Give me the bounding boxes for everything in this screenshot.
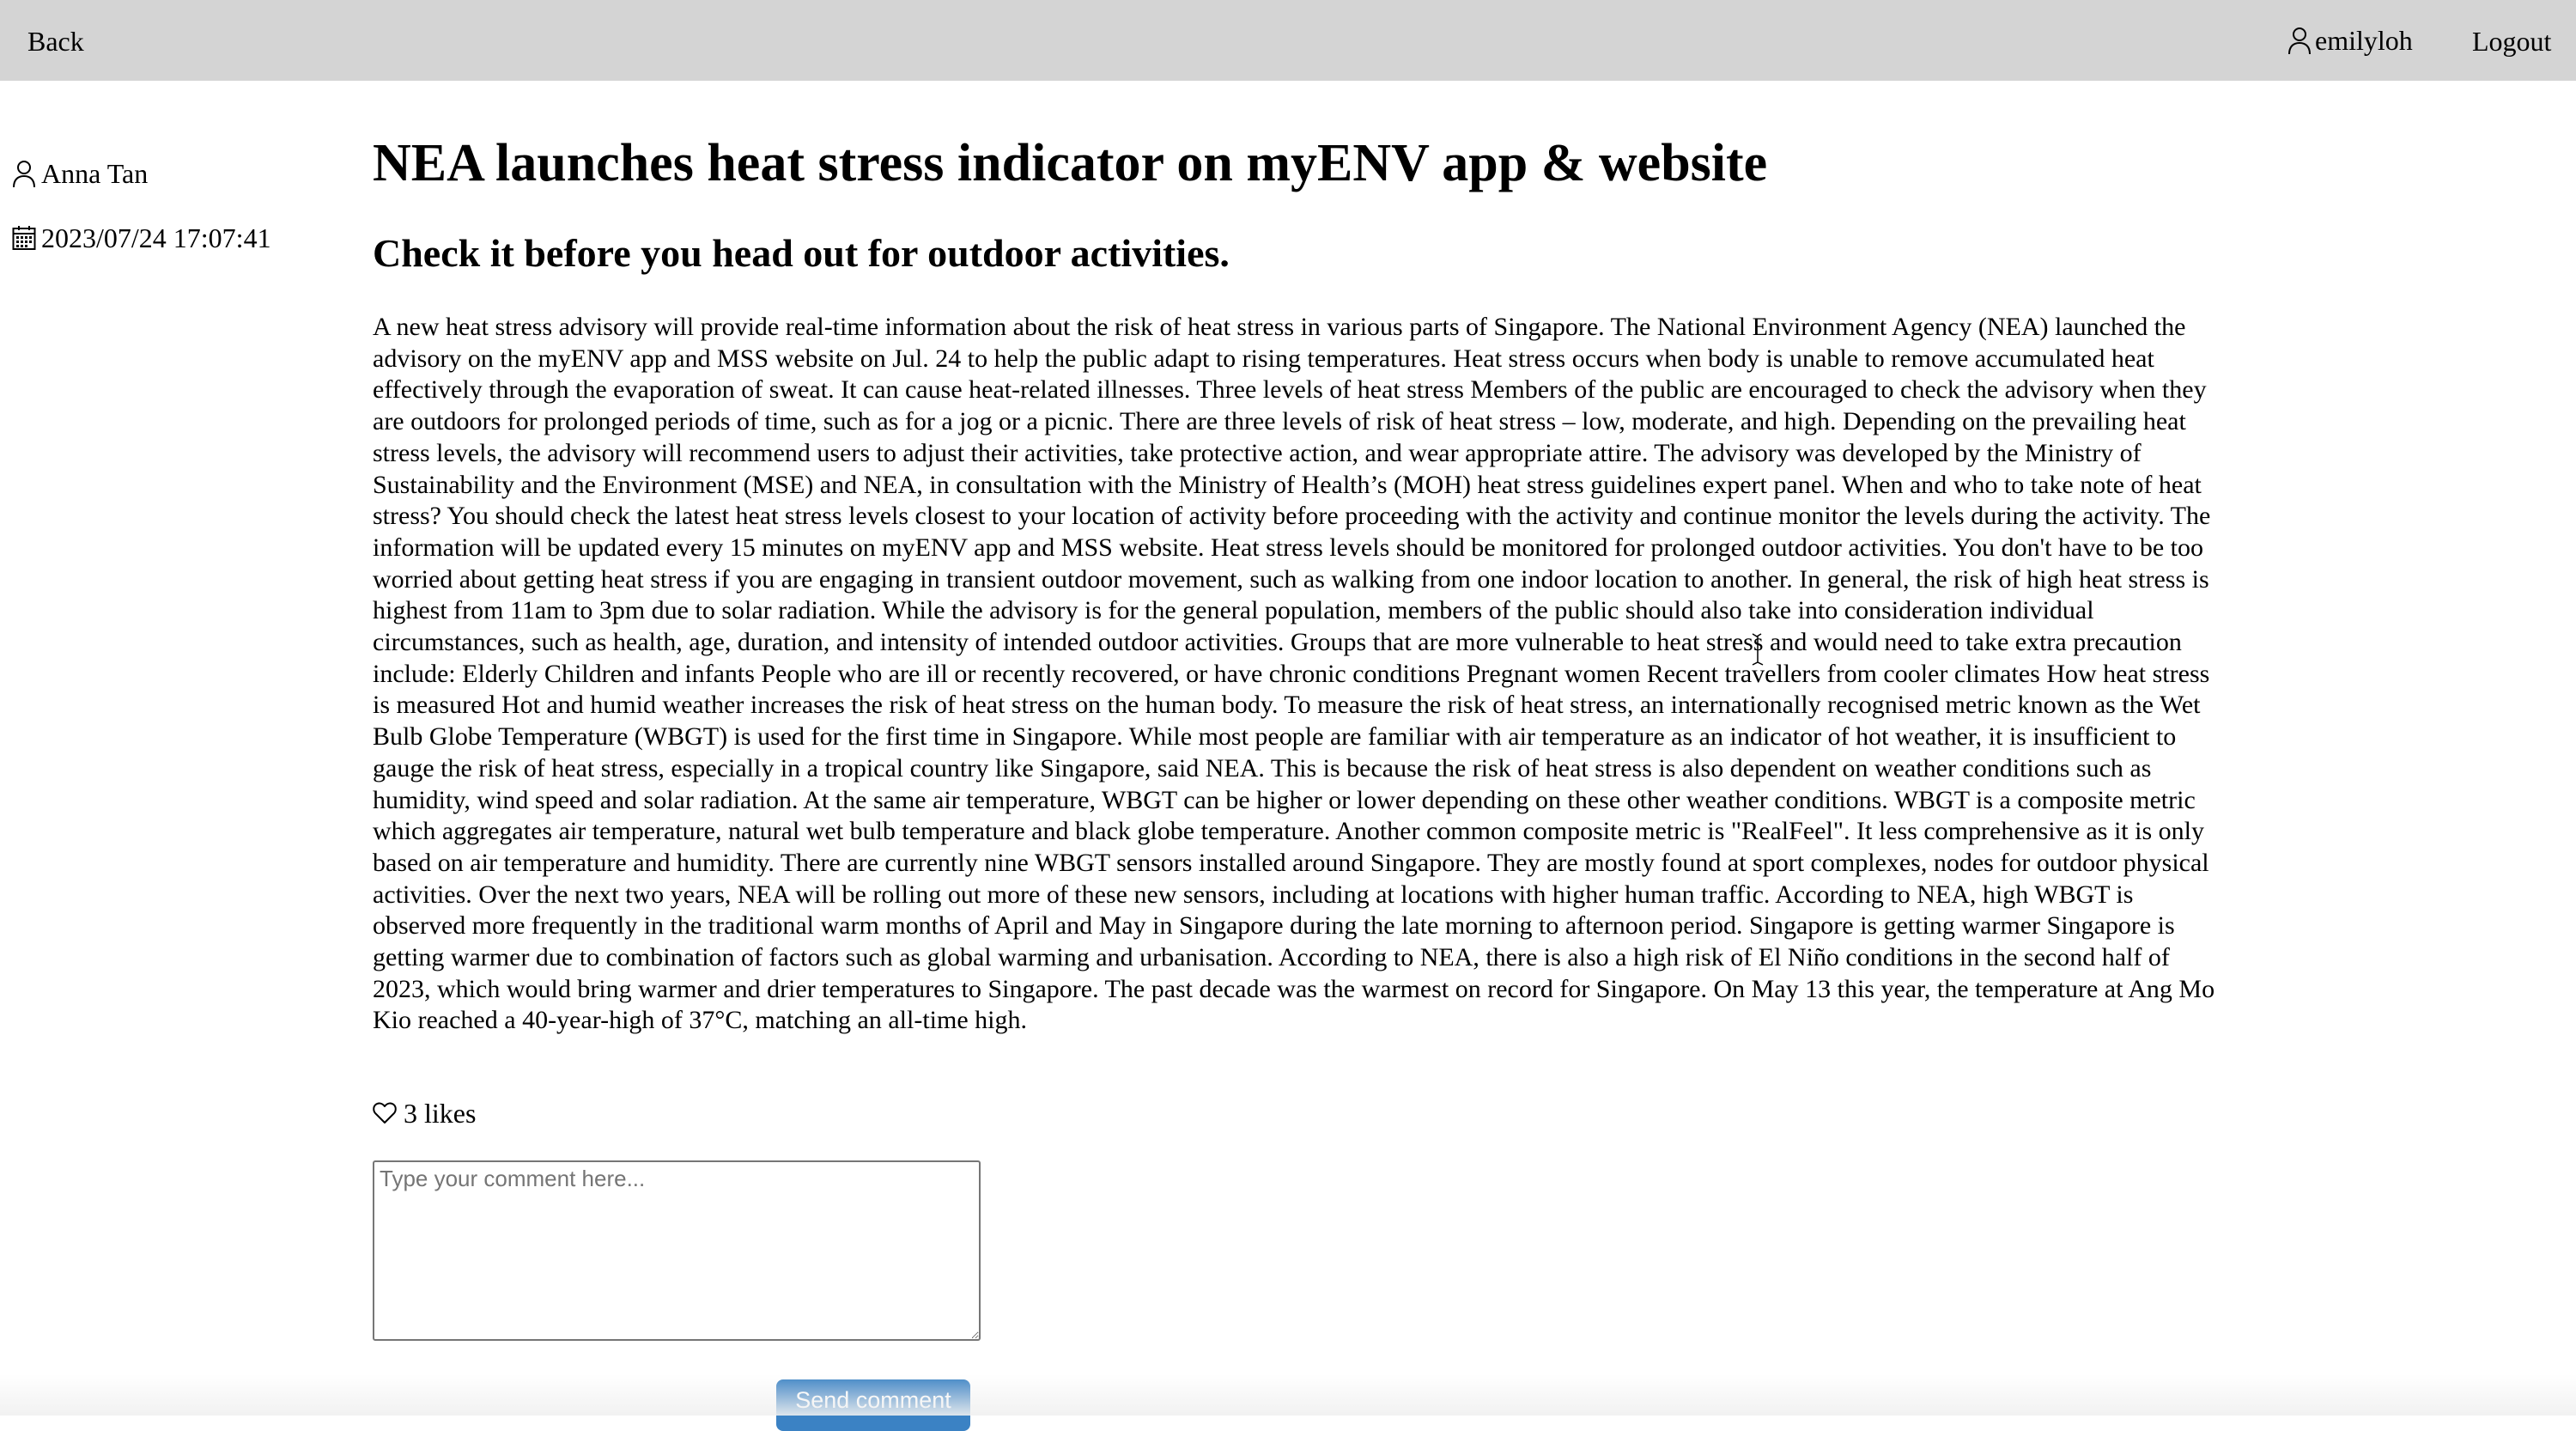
user-icon: [2288, 27, 2311, 55]
post-timestamp: 2023/07/24 17:07:41: [41, 222, 271, 253]
logout-link[interactable]: Logout: [2472, 24, 2551, 58]
bottom-shadow: [0, 1374, 2576, 1416]
text-cursor-icon: [1752, 633, 1764, 666]
comment-input[interactable]: [373, 1160, 981, 1341]
heart-icon: [373, 1102, 397, 1123]
author-info: Anna Tan: [12, 156, 148, 191]
article-title: NEA launches heat stress indicator on my…: [373, 134, 1768, 192]
post-date-info: 2023/07/24 17:07:41: [12, 221, 271, 255]
author-name: Anna Tan: [41, 158, 149, 189]
calendar-icon: [12, 226, 36, 250]
send-comment-button[interactable]: Send comment: [776, 1379, 970, 1431]
user-icon: [13, 161, 35, 188]
like-button[interactable]: 3 likes: [373, 1096, 476, 1130]
back-link[interactable]: Back: [27, 24, 84, 58]
username-label: emilyloh: [2315, 24, 2413, 56]
article-subtitle: Check it before you head out for outdoor…: [373, 231, 1230, 275]
user-account-link[interactable]: emilyloh: [2287, 21, 2413, 60]
article-body: A new heat stress advisory will provide …: [373, 313, 2215, 1035]
likes-count: 3 likes: [404, 1098, 477, 1129]
top-nav-bar: Back emilyloh Logout: [0, 0, 2576, 81]
